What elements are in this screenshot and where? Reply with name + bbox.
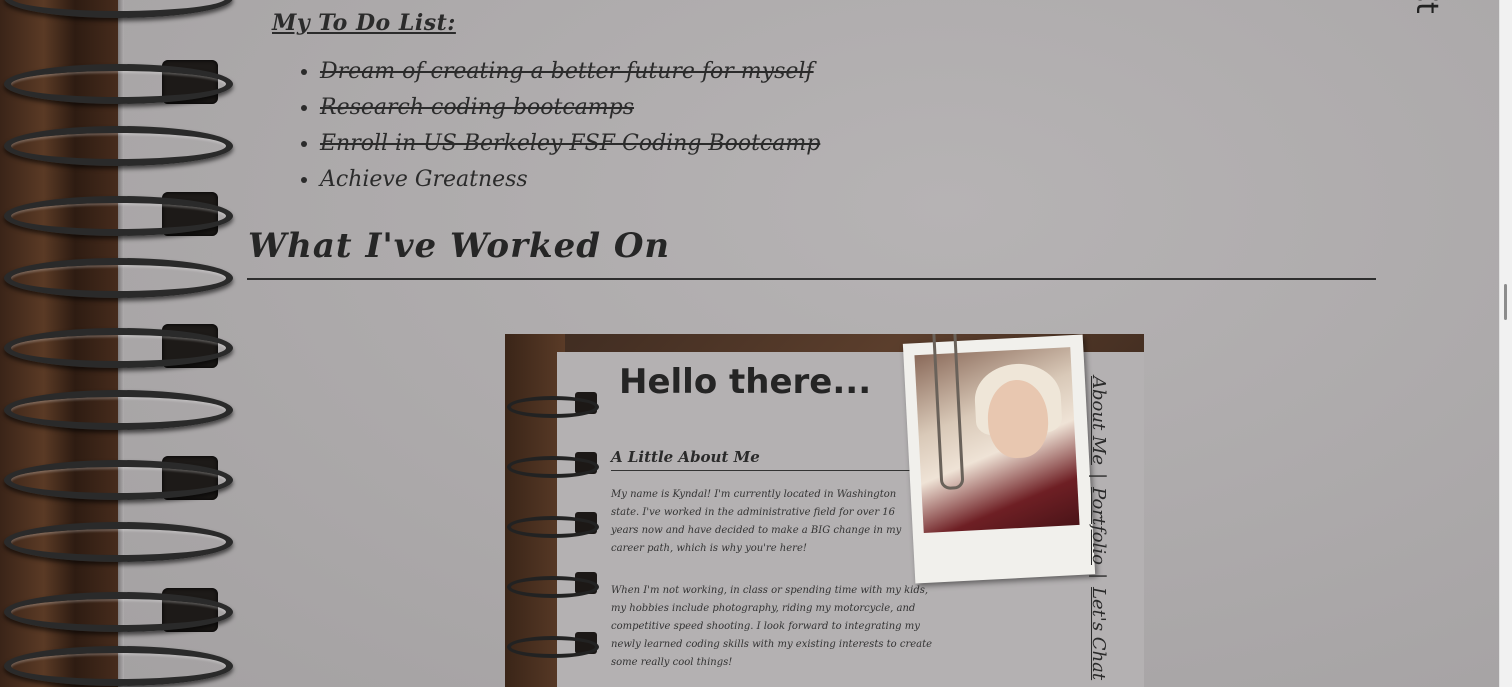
todo-item-label: Achieve Greatness bbox=[320, 167, 528, 192]
project-nav-contact[interactable]: Let's Chat bbox=[1088, 587, 1109, 680]
project-spiral-ring bbox=[505, 452, 599, 478]
nav-separator: | bbox=[1088, 572, 1109, 580]
nav-fragment-label: Ct bbox=[1412, 0, 1444, 14]
list-item: Dream of creating a better future for my… bbox=[320, 56, 820, 92]
spiral-ring bbox=[0, 120, 233, 166]
scrollbar[interactable] bbox=[1499, 0, 1512, 687]
nav-separator: | bbox=[1088, 473, 1109, 480]
spiral-ring bbox=[0, 0, 233, 40]
project-spiral-ring bbox=[505, 572, 599, 598]
spiral-ring bbox=[0, 586, 233, 632]
todo-item-label: Research coding bootcamps bbox=[320, 95, 635, 120]
todo-item-label: Dream of creating a better future for my… bbox=[320, 59, 814, 84]
todo-title: My To Do List: bbox=[272, 10, 456, 36]
spiral-ring bbox=[0, 384, 233, 430]
project-spiral-ring bbox=[505, 392, 599, 418]
project-nav-portfolio[interactable]: Portfolio bbox=[1088, 487, 1109, 565]
nav-contact-link-fragment[interactable]: Ct bbox=[1412, 0, 1452, 34]
spiral-ring bbox=[0, 58, 233, 104]
project-divider bbox=[611, 470, 915, 471]
project-screenshot[interactable]: Hello there... A Little About Me My name… bbox=[505, 334, 1144, 687]
todo-item-label: Enroll in US Berkeley FSF Coding Bootcam… bbox=[320, 131, 821, 156]
project-paragraph: When I'm not working, in class or spendi… bbox=[611, 585, 933, 668]
spiral-ring bbox=[0, 640, 233, 686]
project-nav: About Me | Portfolio | Let's Chat bbox=[1088, 376, 1109, 680]
section-title: What I've Worked On bbox=[248, 226, 671, 266]
project-spiral-ring bbox=[505, 512, 599, 538]
list-item: Enroll in US Berkeley FSF Coding Bootcam… bbox=[320, 128, 820, 164]
todo-list: Dream of creating a better future for my… bbox=[296, 56, 820, 200]
project-subheading: A Little About Me bbox=[611, 448, 760, 466]
project-spiral-ring bbox=[505, 632, 599, 658]
scrollbar-thumb[interactable] bbox=[1504, 284, 1507, 320]
list-item: Research coding bootcamps bbox=[320, 92, 820, 128]
project-wood-strip bbox=[505, 334, 565, 687]
profile-polaroid bbox=[902, 334, 1096, 584]
divider bbox=[247, 278, 1376, 280]
spiral-ring bbox=[0, 454, 233, 500]
project-heading: Hello there... bbox=[619, 362, 872, 402]
project-paragraph: My name is Kyndal! I'm currently located… bbox=[611, 489, 902, 554]
spiral-ring bbox=[0, 190, 233, 236]
list-item: Achieve Greatness bbox=[320, 164, 820, 200]
project-nav-about[interactable]: About Me bbox=[1088, 376, 1109, 465]
spiral-ring bbox=[0, 252, 233, 298]
spiral-ring bbox=[0, 516, 233, 562]
spiral-ring bbox=[0, 322, 233, 368]
